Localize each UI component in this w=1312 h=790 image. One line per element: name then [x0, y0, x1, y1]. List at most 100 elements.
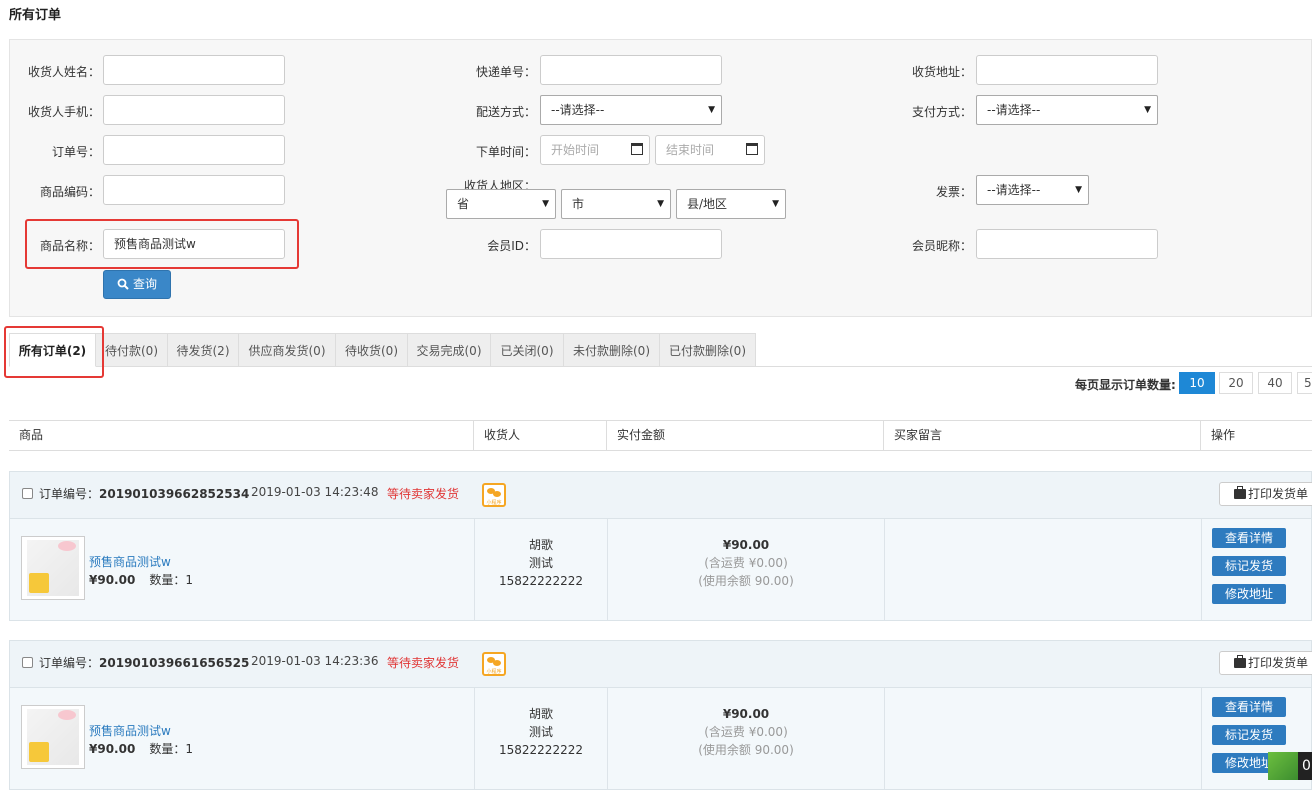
floating-widget[interactable]: 0	[1268, 752, 1312, 780]
receiver-name-input[interactable]	[103, 55, 285, 85]
tab-pending-shipment[interactable]: 待发货(2)	[168, 333, 239, 367]
city-select-value: 市	[572, 197, 585, 211]
logo-icon	[1268, 752, 1298, 780]
query-button-label: 查询	[132, 277, 157, 291]
chevron-down-icon: ▼	[772, 199, 779, 209]
goods-name-label: 商品名称：	[39, 239, 100, 253]
print-invoice-button[interactable]: 打印发货单	[1219, 651, 1312, 675]
order-no: 订单编号：201901039662852534	[39, 485, 249, 502]
tab-paid-deleted[interactable]: 已付款删除(0)	[660, 333, 756, 367]
chevron-down-icon: ▼	[708, 105, 715, 115]
goods-code-label: 商品编码：	[39, 185, 100, 199]
address-input[interactable]	[976, 55, 1158, 85]
invoice-label: 发票：	[935, 185, 972, 199]
col-amount: 实付金额	[607, 421, 884, 450]
col-goods: 商品	[9, 421, 474, 450]
chevron-down-icon: ▼	[542, 199, 549, 209]
receiver-name-label: 收货人姓名：	[27, 65, 100, 79]
express-no-label: 快递单号：	[475, 65, 536, 79]
order-no: 订单编号：201901039661656525	[39, 654, 249, 671]
order-body: 预售商品测试w ¥90.00 数量：1 胡歌 测试 15822222222 ¥90…	[9, 688, 1312, 790]
per-page-option[interactable]: 10	[1179, 372, 1215, 394]
per-page-option[interactable]: 5	[1297, 372, 1312, 394]
col-message: 买家留言	[884, 421, 1201, 450]
goods-code-input[interactable]	[103, 175, 285, 205]
city-select[interactable]: 市 ▼	[561, 189, 671, 219]
order-time-label: 下单时间：	[475, 145, 536, 159]
printer-icon	[1234, 655, 1246, 668]
invoice-select[interactable]: --请选择-- ▼	[976, 175, 1089, 205]
delivery-select[interactable]: --请选择-- ▼	[540, 95, 722, 125]
order-no-label: 订单编号：	[39, 487, 100, 501]
delivery-label: 配送方式：	[475, 105, 536, 119]
view-detail-button[interactable]: 查看详情	[1212, 697, 1286, 717]
print-invoice-label: 打印发货单	[1248, 487, 1309, 501]
tab-supplier-shipping[interactable]: 供应商发货(0)	[239, 333, 336, 367]
chevron-down-icon: ▼	[657, 199, 664, 209]
order-header: 订单编号：201901039662852534 2019-01-03 14:23…	[9, 471, 1312, 519]
product-thumbnail[interactable]	[21, 536, 85, 600]
province-select-value: 省	[457, 197, 470, 211]
order-checkbox[interactable]	[22, 657, 33, 668]
per-page-label: 每页显示订单数量:	[1075, 378, 1176, 392]
express-no-input[interactable]	[540, 55, 722, 85]
order-time: 2019-01-03 14:23:36	[251, 654, 379, 668]
printer-icon	[1234, 486, 1246, 499]
amount-info: ¥90.00 (含运费 ¥0.00) (使用余额 90.00)	[608, 705, 884, 759]
divider	[1201, 688, 1202, 789]
invoice-select-value: --请选择--	[987, 183, 1041, 197]
county-select[interactable]: 县/地区 ▼	[676, 189, 786, 219]
end-time-input[interactable]: 结束时间	[655, 135, 765, 165]
receiver-name: 胡歌	[528, 707, 553, 721]
calendar-icon	[746, 143, 758, 155]
product-price: ¥90.00	[89, 742, 136, 756]
per-page-option[interactable]: 20	[1219, 372, 1253, 394]
amount-value: ¥90.00	[722, 707, 770, 721]
receiver-info: 胡歌 测试 15822222222	[475, 536, 607, 590]
tab-closed[interactable]: 已关闭(0)	[491, 333, 564, 367]
receiver-phone-input[interactable]	[103, 95, 285, 125]
print-invoice-label: 打印发货单	[1248, 656, 1309, 670]
mark-shipped-button[interactable]: 标记发货	[1212, 556, 1286, 576]
order-status: 等待卖家发货	[387, 487, 460, 501]
county-select-value: 县/地区	[687, 197, 728, 211]
product-thumbnail[interactable]	[21, 705, 85, 769]
tab-completed[interactable]: 交易完成(0)	[408, 333, 491, 367]
mini-program-icon: 小程序	[482, 652, 506, 676]
goods-name-input[interactable]: 预售商品测试w	[103, 229, 285, 259]
amount-balance: (使用余额 90.00)	[698, 574, 794, 588]
table-header: 商品 收货人 实付金额 买家留言 操作	[9, 420, 1312, 451]
receiver-name: 胡歌	[528, 538, 553, 552]
print-invoice-button[interactable]: 打印发货单	[1219, 482, 1312, 506]
pay-select[interactable]: --请选择-- ▼	[976, 95, 1158, 125]
end-time-placeholder: 结束时间	[666, 143, 715, 157]
mini-program-label: 小程序	[486, 669, 502, 675]
view-detail-button[interactable]: 查看详情	[1212, 528, 1286, 548]
mark-shipped-button[interactable]: 标记发货	[1212, 725, 1286, 745]
mini-program-label: 小程序	[486, 500, 502, 506]
widget-count: 0	[1302, 758, 1311, 774]
product-link[interactable]: 预售商品测试w	[89, 553, 171, 570]
receiver-phone-label: 收货人手机：	[27, 105, 100, 119]
chevron-down-icon: ▼	[1075, 185, 1082, 195]
member-id-input[interactable]	[540, 229, 722, 259]
receiver-note: 测试	[528, 725, 553, 739]
order-time: 2019-01-03 14:23:48	[251, 485, 379, 499]
tab-pending-payment[interactable]: 待付款(0)	[96, 333, 168, 367]
product-link[interactable]: 预售商品测试w	[89, 722, 171, 739]
tab-pending-receipt[interactable]: 待收货(0)	[336, 333, 408, 367]
tab-unpaid-deleted[interactable]: 未付款删除(0)	[564, 333, 660, 367]
receiver-phone: 15822222222	[499, 574, 583, 588]
query-button[interactable]: 查询	[103, 270, 171, 299]
pay-select-value: --请选择--	[987, 103, 1041, 117]
order-no-input[interactable]	[103, 135, 285, 165]
order-checkbox[interactable]	[22, 488, 33, 499]
province-select[interactable]: 省 ▼	[446, 189, 556, 219]
product-meta: ¥90.00 数量：1	[89, 740, 193, 757]
pay-label: 支付方式：	[911, 105, 972, 119]
edit-address-button[interactable]: 修改地址	[1212, 584, 1286, 604]
order-no-value: 201901039661656525	[99, 656, 250, 670]
per-page-option[interactable]: 40	[1258, 372, 1292, 394]
start-time-input[interactable]: 开始时间	[540, 135, 650, 165]
member-nick-input[interactable]	[976, 229, 1158, 259]
